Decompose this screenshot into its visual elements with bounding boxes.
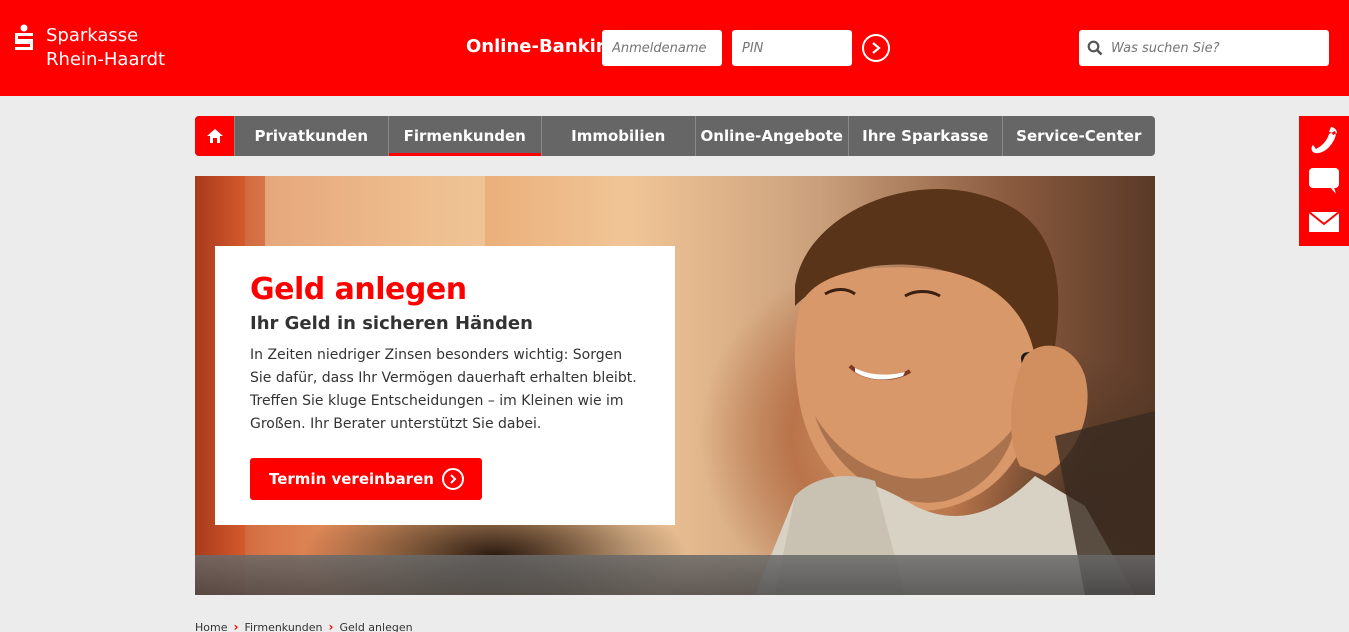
nav-item-immobilien[interactable]: Immobilien bbox=[542, 116, 696, 156]
chevron-right-circle-icon bbox=[441, 468, 464, 490]
contact-sidebar bbox=[1299, 116, 1349, 246]
hero-subtitle: Ihr Geld in sicheren Händen bbox=[250, 313, 533, 334]
site-search bbox=[1079, 30, 1329, 66]
home-icon bbox=[206, 129, 223, 143]
nav-item-firmenkunden[interactable]: Firmenkunden bbox=[388, 116, 542, 156]
username-input[interactable] bbox=[602, 30, 722, 66]
nav-item-online-angebote[interactable]: Online-Angebote bbox=[696, 116, 849, 156]
breadcrumb-chevron-icon: › bbox=[328, 620, 334, 632]
pin-input[interactable] bbox=[732, 30, 852, 66]
search-icon[interactable] bbox=[1087, 40, 1103, 56]
breadcrumb-home[interactable]: Home bbox=[195, 621, 227, 632]
nav-item-privatkunden[interactable]: Privatkunden bbox=[235, 116, 389, 156]
brand-line-1: Sparkasse bbox=[46, 25, 139, 46]
nav-item-ihre-sparkasse[interactable]: Ihre Sparkasse bbox=[849, 116, 1003, 156]
hero-bg-railing bbox=[195, 555, 1155, 595]
hero-body-text: In Zeiten niedriger Zinsen besonders wic… bbox=[250, 347, 637, 432]
search-input[interactable] bbox=[1107, 30, 1325, 66]
sparkasse-logo-icon bbox=[15, 24, 33, 50]
brand-name: Sparkasse Rhein-Haardt bbox=[46, 24, 165, 72]
appointment-button[interactable]: Termin vereinbaren bbox=[250, 458, 482, 500]
login-submit-button[interactable] bbox=[862, 34, 890, 62]
brand-line-2: Rhein-Haardt bbox=[46, 49, 166, 70]
online-banking-label: Online-Banking bbox=[466, 36, 622, 57]
appointment-button-label: Termin vereinbaren bbox=[269, 470, 434, 488]
main-nav: Privatkunden Firmenkunden Immobilien Onl… bbox=[195, 116, 1155, 156]
phone-icon[interactable] bbox=[1307, 123, 1341, 157]
sparkasse-logo[interactable]: Sparkasse Rhein-Haardt bbox=[12, 24, 165, 72]
man-on-phone-illustration bbox=[755, 189, 1155, 595]
mail-icon[interactable] bbox=[1307, 205, 1341, 239]
breadcrumb-chevron-icon: › bbox=[233, 620, 239, 632]
chevron-right-icon bbox=[872, 42, 881, 54]
hero-teaser-card: Geld anlegen Ihr Geld in sicheren Händen… bbox=[215, 246, 675, 525]
hero-title: Geld anlegen bbox=[250, 272, 467, 307]
breadcrumb-firmenkunden[interactable]: Firmenkunden bbox=[244, 621, 322, 632]
breadcrumb: Home › Firmenkunden › Geld anlegen bbox=[195, 620, 413, 632]
nav-item-service-center[interactable]: Service-Center bbox=[1003, 116, 1156, 156]
chat-icon[interactable] bbox=[1307, 164, 1341, 198]
header-bar: Sparkasse Rhein-Haardt Online-Banking bbox=[0, 0, 1349, 96]
nav-home-button[interactable] bbox=[195, 116, 235, 156]
breadcrumb-current: Geld anlegen bbox=[339, 620, 413, 632]
hero-bg-window bbox=[265, 176, 485, 246]
